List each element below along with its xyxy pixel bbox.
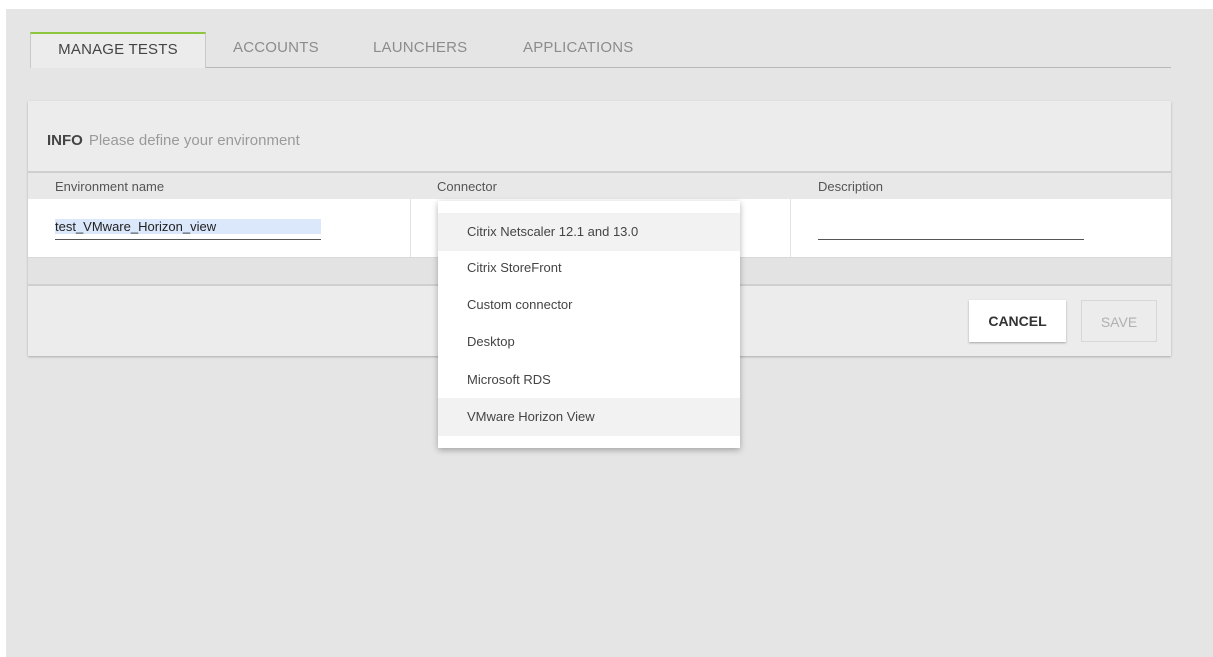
header-connector: Connector [437, 179, 497, 194]
connector-option-citrix-netscaler[interactable]: Citrix Netscaler 12.1 and 13.0 [438, 213, 740, 251]
connector-dropdown[interactable]: Citrix Netscaler 12.1 and 13.0 Citrix St… [438, 201, 740, 448]
table-header: Environment name Connector Description [28, 171, 1171, 199]
tab-launchers[interactable]: LAUNCHERS [373, 32, 467, 67]
tab-bar: MANAGE TESTS ACCOUNTS LAUNCHERS APPLICAT… [30, 32, 1171, 68]
connector-option-custom-connector[interactable]: Custom connector [438, 286, 740, 324]
connector-option-desktop[interactable]: Desktop [438, 323, 740, 361]
info-banner: INFO Please define your environment [47, 132, 300, 149]
save-button[interactable]: SAVE [1081, 300, 1157, 342]
column-divider [790, 199, 791, 257]
tab-manage-tests[interactable]: MANAGE TESTS [30, 32, 206, 68]
tab-applications[interactable]: APPLICATIONS [523, 32, 633, 67]
connector-option-vmware-horizon-view[interactable]: VMware Horizon View [438, 398, 740, 436]
environment-name-value: test_VMware_Horizon_view [55, 219, 321, 234]
cancel-button[interactable]: CANCEL [969, 300, 1066, 342]
info-text: Please define your environment [88, 132, 300, 149]
column-divider [410, 199, 411, 257]
environment-name-input[interactable]: test_VMware_Horizon_view [55, 217, 321, 240]
info-title: INFO [47, 132, 83, 149]
tab-accounts[interactable]: ACCOUNTS [233, 32, 319, 67]
connector-option-citrix-storefront[interactable]: Citrix StoreFront [438, 249, 740, 287]
header-environment-name: Environment name [55, 179, 165, 194]
description-input[interactable] [818, 219, 1084, 240]
header-description: Description [818, 179, 884, 194]
connector-option-microsoft-rds[interactable]: Microsoft RDS [438, 361, 740, 399]
